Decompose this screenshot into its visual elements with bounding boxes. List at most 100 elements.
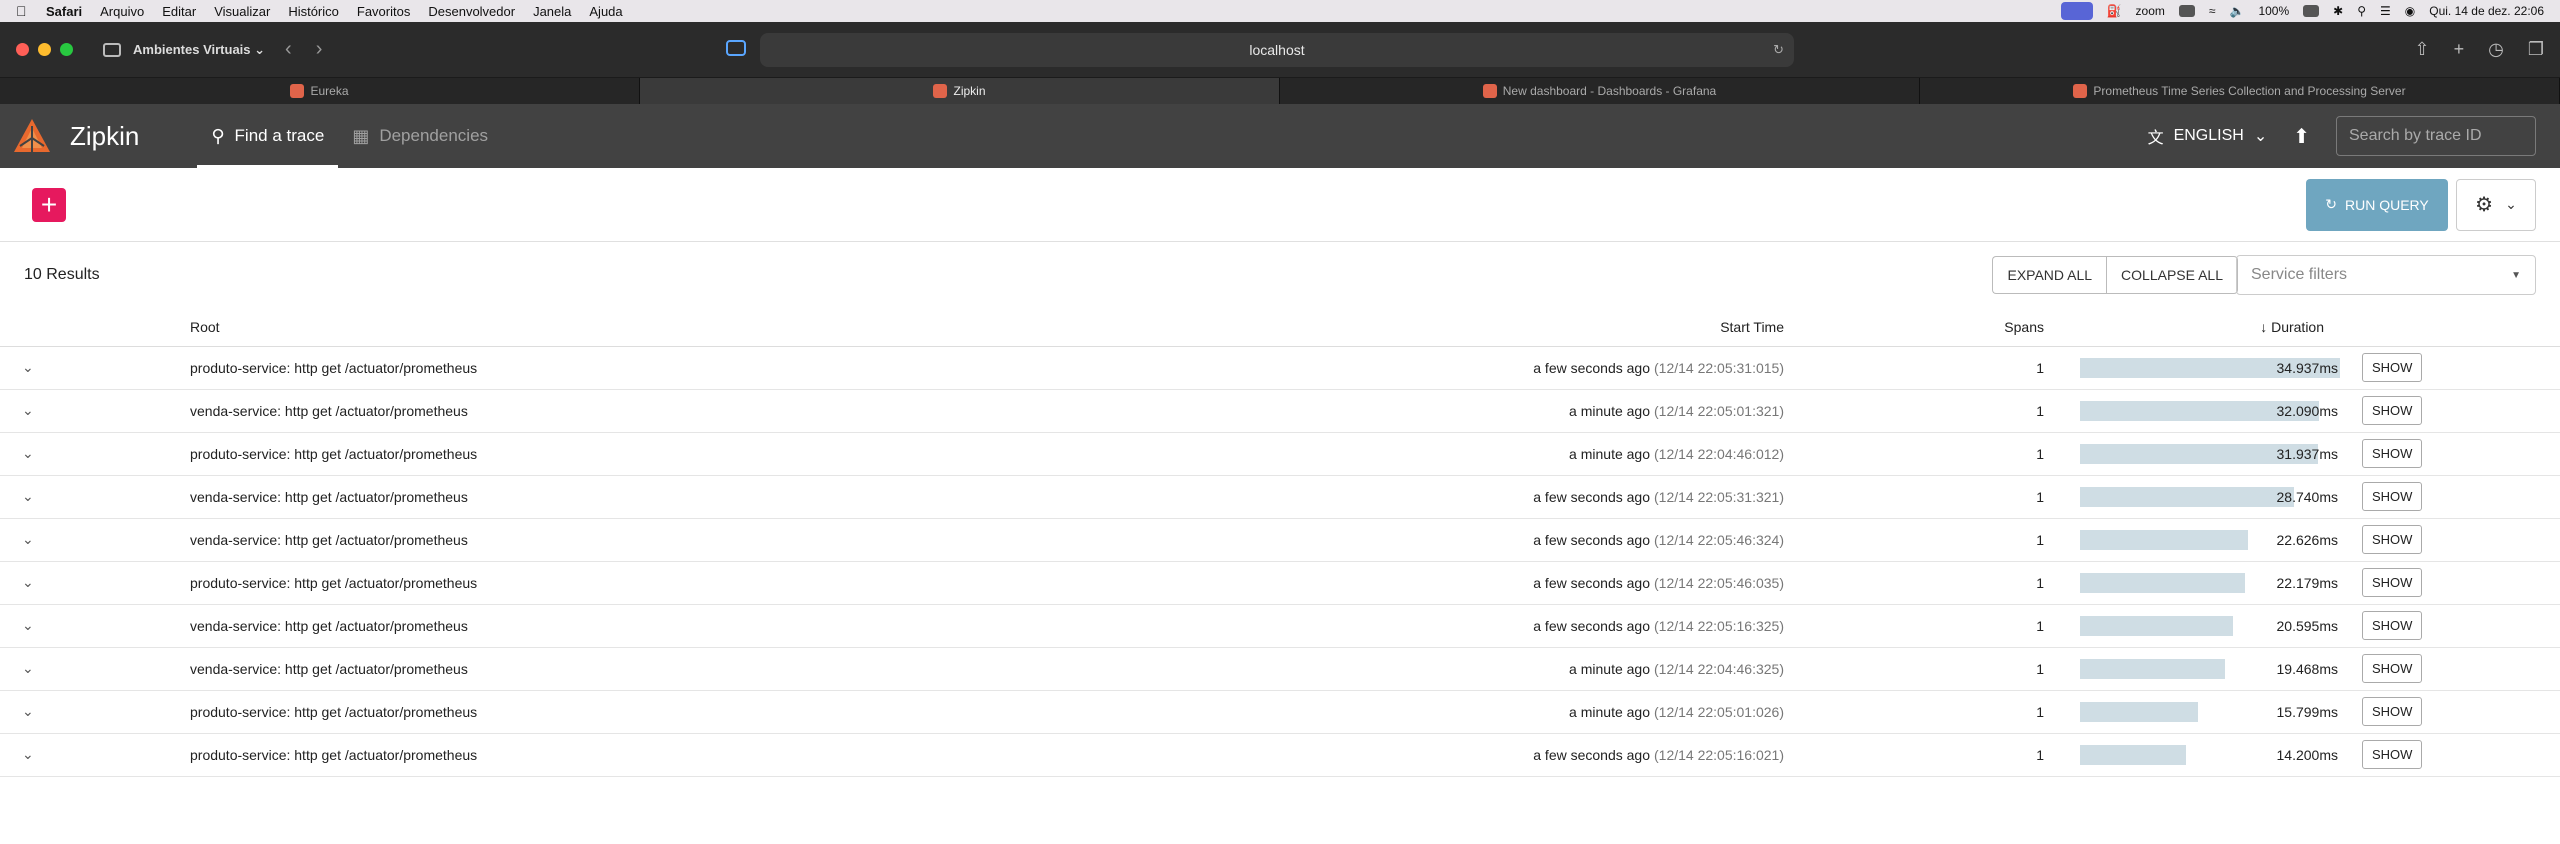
battery-icon[interactable]: [2303, 5, 2320, 17]
zipkin-logo-icon[interactable]: [10, 114, 54, 158]
minimize-window-button[interactable]: [38, 43, 51, 56]
wifi-icon[interactable]: ≈: [2209, 4, 2216, 18]
menu-desenvolvedor[interactable]: Desenvolvedor: [428, 4, 515, 19]
clock[interactable]: Qui. 14 de dez. 22:06: [2429, 4, 2544, 18]
tab-zipkin[interactable]: Zipkin: [640, 78, 1280, 104]
start-relative: a few seconds ago: [1533, 531, 1650, 548]
menu-editar[interactable]: Editar: [162, 4, 196, 19]
close-window-button[interactable]: [16, 43, 29, 56]
expand-row-icon[interactable]: ⌄: [0, 475, 190, 519]
control-center-icon[interactable]: ☰: [2380, 4, 2391, 18]
trace-spans: 1: [1792, 690, 2060, 734]
url-text: localhost: [1249, 42, 1305, 58]
tab-grafana[interactable]: New dashboard - Dashboards - Grafana: [1280, 78, 1920, 104]
sidebar-toggle-icon[interactable]: [103, 42, 121, 57]
show-trace-button[interactable]: SHOW: [2362, 396, 2423, 425]
service-filter-select[interactable]: Service filters ▼: [2236, 255, 2536, 295]
start-absolute: (12/14 22:05:01:026): [1654, 703, 1784, 720]
zoom-status[interactable]: zoom: [2136, 4, 2165, 18]
expand-row-icon[interactable]: ⌄: [0, 604, 190, 648]
start-absolute: (12/14 22:05:31:015): [1654, 359, 1784, 376]
expand-row-icon[interactable]: ⌄: [0, 389, 190, 433]
spotlight-icon[interactable]: ⚲: [2357, 4, 2366, 18]
trace-id-search-input[interactable]: [2336, 116, 2536, 156]
expand-row-icon[interactable]: ⌄: [0, 518, 190, 562]
tab-prometheus[interactable]: Prometheus Time Series Collection and Pr…: [1920, 78, 2560, 104]
menu-janela[interactable]: Janela: [533, 4, 571, 19]
table-row[interactable]: ⌄ produto-service: http get /actuator/pro…: [0, 432, 2560, 476]
address-bar[interactable]: localhost ↻: [760, 33, 1794, 67]
tab-find-trace[interactable]: ⚲ Find a trace: [197, 104, 339, 168]
table-row[interactable]: ⌄ venda-service: http get /actuator/prome…: [0, 518, 2560, 562]
tab-dependencies[interactable]: ▦ Dependencies: [338, 104, 502, 168]
show-trace-button[interactable]: SHOW: [2362, 697, 2423, 726]
show-trace-button[interactable]: SHOW: [2362, 740, 2423, 769]
show-trace-button[interactable]: SHOW: [2362, 439, 2423, 468]
header-spans[interactable]: Spans: [1792, 308, 2060, 347]
reload-icon[interactable]: ↻: [1773, 42, 1784, 58]
run-query-button[interactable]: ↻ RUN QUERY: [2306, 178, 2448, 231]
profile-selector[interactable]: Ambientes Virtuais ⌄: [133, 42, 265, 58]
new-tab-icon[interactable]: +: [2454, 39, 2465, 60]
share-icon[interactable]: ⇧: [2415, 39, 2430, 60]
start-relative: a few seconds ago: [1533, 746, 1650, 763]
duration-text: 32.090ms: [2276, 402, 2338, 419]
menu-favoritos[interactable]: Favoritos: [357, 4, 410, 19]
tab-eureka[interactable]: Eureka: [0, 78, 640, 104]
fullscreen-window-button[interactable]: [60, 43, 73, 56]
history-icon[interactable]: ◷: [2488, 39, 2504, 60]
duration-text: 22.626ms: [2276, 531, 2338, 548]
show-trace-button[interactable]: SHOW: [2362, 525, 2423, 554]
menu-safari[interactable]: Safari: [46, 4, 82, 19]
show-trace-button[interactable]: SHOW: [2362, 611, 2423, 640]
show-trace-button[interactable]: SHOW: [2362, 568, 2423, 597]
language-selector[interactable]: 文 ENGLISH ⌄: [2148, 124, 2268, 148]
show-trace-button[interactable]: SHOW: [2362, 482, 2423, 511]
header-start-time[interactable]: Start Time: [1312, 308, 1792, 347]
expand-row-icon[interactable]: ⌄: [0, 432, 190, 476]
start-absolute: (12/14 22:05:46:324): [1654, 531, 1784, 548]
privacy-shield-icon[interactable]: [726, 40, 746, 56]
expand-all-button[interactable]: EXPAND ALL: [1992, 256, 2107, 294]
table-row[interactable]: ⌄ produto-service: http get /actuator/pro…: [0, 346, 2560, 390]
expand-row-icon[interactable]: ⌄: [0, 690, 190, 734]
menu-historico[interactable]: Histórico: [288, 4, 339, 19]
docker-icon[interactable]: ⛽: [2107, 4, 2122, 18]
menu-arquivo[interactable]: Arquivo: [100, 4, 144, 19]
settings-button[interactable]: ⚙ ⌄: [2456, 178, 2536, 231]
apple-icon[interactable]: : [16, 3, 32, 19]
bluetooth-icon[interactable]: ✱: [2333, 4, 2343, 18]
show-trace-button[interactable]: SHOW: [2362, 353, 2423, 382]
collapse-all-button[interactable]: COLLAPSE ALL: [2106, 256, 2238, 294]
expand-row-icon[interactable]: ⌄: [0, 647, 190, 691]
status-icon[interactable]: [2178, 5, 2195, 17]
siri-icon[interactable]: ◉: [2405, 4, 2415, 18]
table-row[interactable]: ⌄ venda-service: http get /actuator/prome…: [0, 389, 2560, 433]
table-row[interactable]: ⌄ produto-service: http get /actuator/pro…: [0, 690, 2560, 734]
start-relative: a minute ago: [1569, 402, 1650, 419]
tab-overview-icon[interactable]: ❐: [2528, 39, 2544, 60]
table-row[interactable]: ⌄ produto-service: http get /actuator/pro…: [0, 733, 2560, 777]
table-row[interactable]: ⌄ venda-service: http get /actuator/prome…: [0, 647, 2560, 691]
table-row[interactable]: ⌄ venda-service: http get /actuator/prome…: [0, 475, 2560, 519]
menu-ajuda[interactable]: Ajuda: [589, 4, 622, 19]
app-title[interactable]: Zipkin: [70, 121, 139, 152]
expand-row-icon[interactable]: ⌄: [0, 346, 190, 390]
expand-row-icon[interactable]: ⌄: [0, 733, 190, 777]
header-root[interactable]: Root: [190, 308, 1312, 347]
volume-icon[interactable]: 🔈: [2229, 4, 2244, 18]
table-row[interactable]: ⌄ venda-service: http get /actuator/prome…: [0, 604, 2560, 648]
table-row[interactable]: ⌄ produto-service: http get /actuator/pro…: [0, 561, 2560, 605]
add-criteria-button[interactable]: +: [32, 187, 66, 222]
back-icon[interactable]: ‹: [285, 38, 292, 61]
header-duration[interactable]: ↓ Duration: [2060, 308, 2340, 347]
show-trace-button[interactable]: SHOW: [2362, 654, 2423, 683]
forward-icon[interactable]: ›: [316, 38, 323, 61]
trace-duration: 34.937ms: [2060, 346, 2340, 390]
trace-root: venda-service: http get /actuator/promet…: [190, 647, 1312, 691]
expand-row-icon[interactable]: ⌄: [0, 561, 190, 605]
header-duration-label: Duration: [2271, 318, 2324, 335]
upload-icon[interactable]: ⬆: [2293, 124, 2310, 149]
screen-share-icon[interactable]: [2060, 2, 2093, 20]
menu-visualizar[interactable]: Visualizar: [214, 4, 270, 19]
